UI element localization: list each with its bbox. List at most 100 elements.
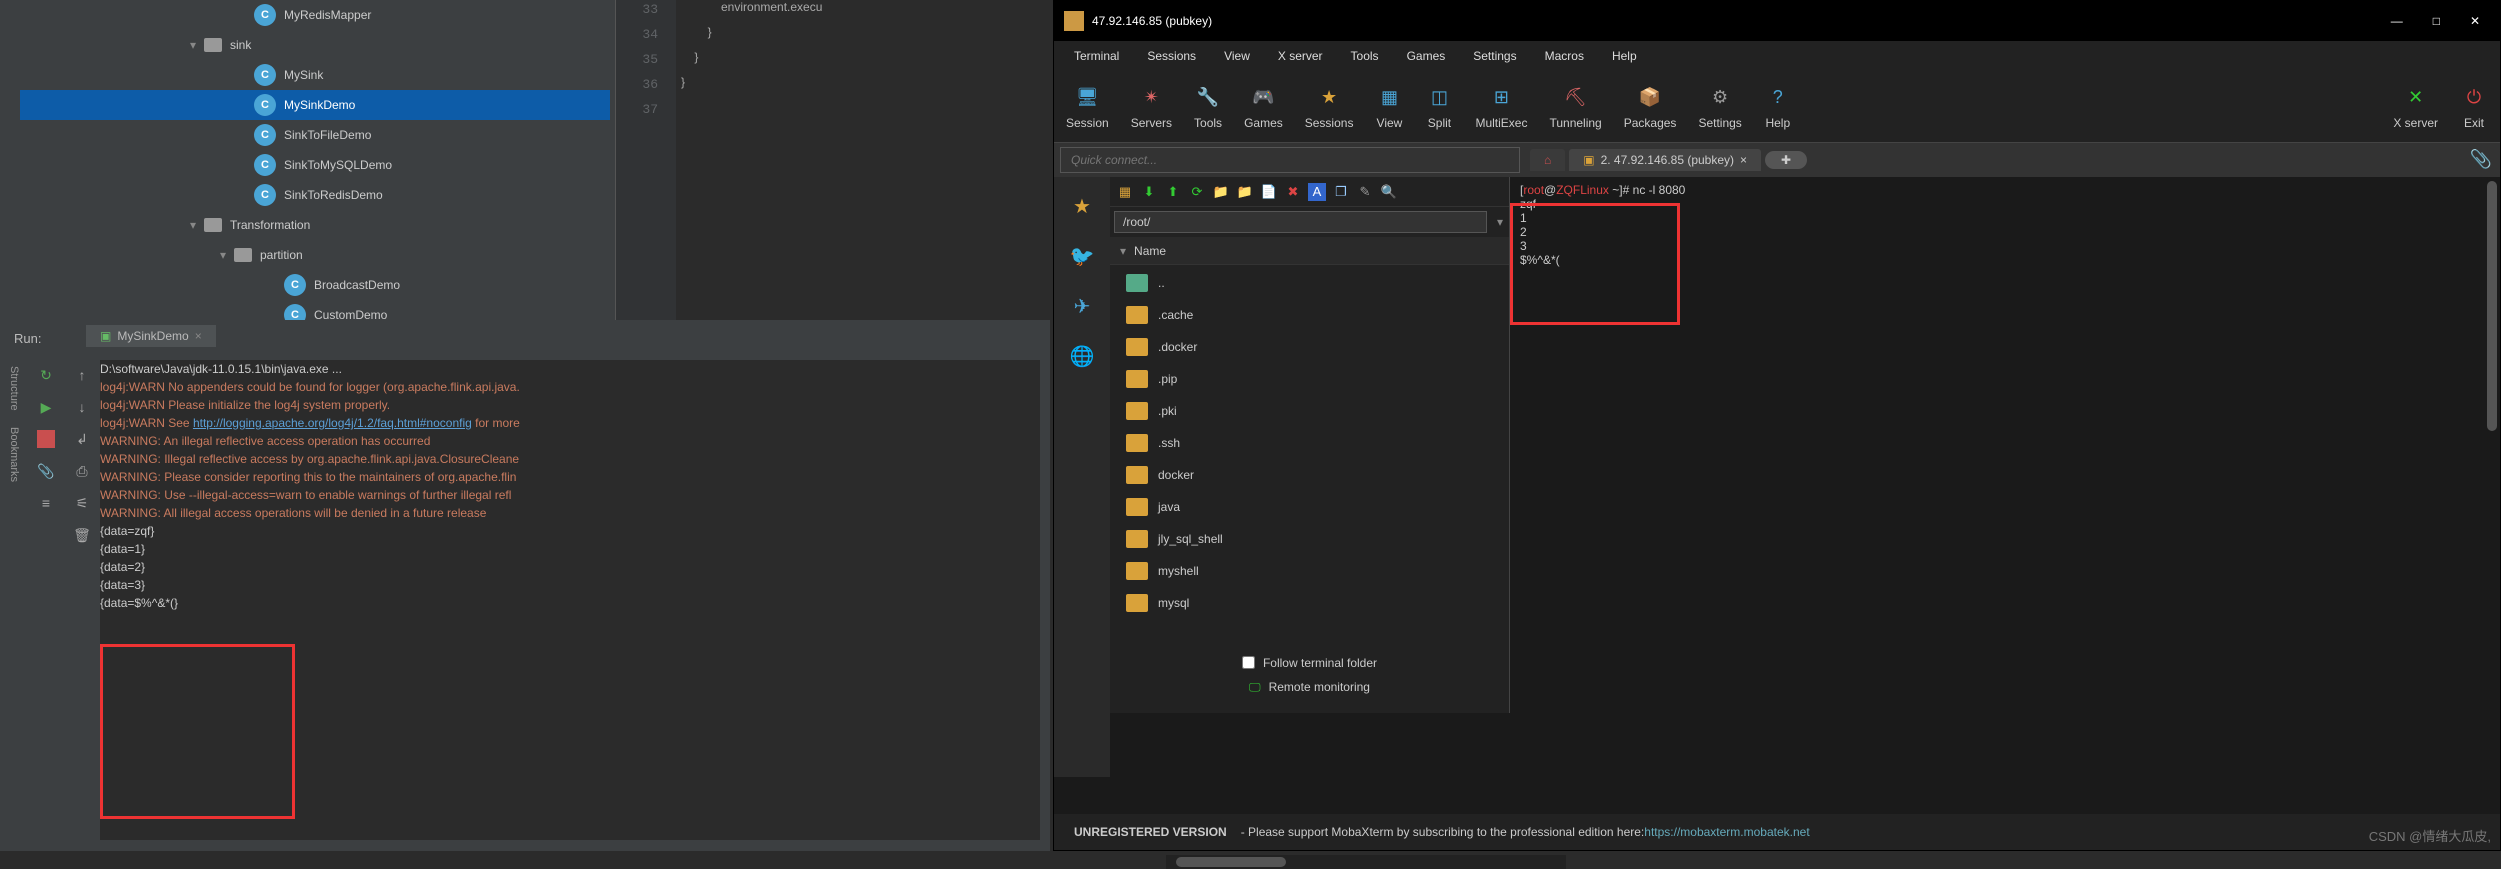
toolbar-session[interactable]: 🖥Session [1066, 84, 1109, 130]
sftp-icon[interactable]: 🐦 [1067, 241, 1097, 271]
menu-xserver[interactable]: X server [1278, 49, 1323, 63]
run-icon[interactable]: ▶ [37, 398, 55, 416]
status-link[interactable]: https://mobaxterm.mobatek.net [1644, 825, 1809, 839]
tab-close-icon[interactable]: × [1740, 153, 1747, 167]
run-tab-close-icon[interactable]: × [195, 329, 202, 343]
run-tab[interactable]: ▣ MySinkDemo × [86, 325, 216, 347]
close-icon[interactable]: ✕ [2470, 14, 2480, 28]
tree-item-customdemo[interactable]: CCustomDemo [20, 300, 610, 320]
print-icon[interactable]: ⎙ [73, 462, 91, 480]
name-column-header[interactable]: Name [1134, 244, 1166, 258]
terminal-scrollbar[interactable] [2487, 181, 2497, 431]
folder-view-icon[interactable]: ▦ [1116, 183, 1134, 201]
down-icon[interactable]: ↓ [73, 398, 91, 416]
stop-icon[interactable] [37, 430, 55, 448]
sftp-toolbar[interactable]: ▦ ⬇ ⬆ ⟳ 📁 📁 📄 ✖ A ❐ ✎ 🔍 [1110, 177, 1509, 207]
file-row[interactable]: mysql [1110, 587, 1509, 619]
newfile-icon[interactable]: 📄 [1260, 183, 1278, 201]
menu-macros[interactable]: Macros [1545, 49, 1584, 63]
tools-icon[interactable]: 🌐 [1067, 341, 1097, 371]
up-icon[interactable]: ↑ [73, 366, 91, 384]
tree-item-sinktoredisdemo[interactable]: CSinkToRedisDemo [20, 180, 610, 210]
toolbar-games[interactable]: 🎮Games [1244, 84, 1283, 130]
sort-arrow-icon[interactable]: ▾ [1120, 244, 1126, 258]
file-list[interactable]: ...cache.docker.pip.pki.sshdockerjavajly… [1110, 265, 1509, 621]
toolbar-packages[interactable]: 📦Packages [1624, 84, 1677, 130]
tab-home[interactable]: ⌂ [1530, 149, 1565, 171]
tree-item-mysinkdemo[interactable]: CMySinkDemo [20, 90, 610, 120]
wrap-icon[interactable]: ↲ [73, 430, 91, 448]
menu-terminal[interactable]: Terminal [1074, 49, 1119, 63]
tree-item-sink[interactable]: ▾sink [20, 30, 610, 60]
menu-view[interactable]: View [1224, 49, 1250, 63]
terminal[interactable]: [root@ZQFLinux ~]# nc -l 8080 zqf123$%^&… [1510, 177, 2496, 797]
follow-checkbox-input[interactable] [1242, 656, 1255, 669]
refresh-icon[interactable]: ⟳ [1188, 183, 1206, 201]
tree-item-broadcastdemo[interactable]: CBroadcastDemo [20, 270, 610, 300]
session-tab-strip[interactable]: ⌂ ▣ 2. 47.92.146.85 (pubkey) × ✚ [1530, 149, 1807, 171]
sftp-panel[interactable]: ▦ ⬇ ⬆ ⟳ 📁 📁 📄 ✖ A ❐ ✎ 🔍 ▾ ▾ Name ...cach… [1110, 177, 1510, 713]
maximize-icon[interactable]: □ [2433, 14, 2440, 28]
file-row[interactable]: .pip [1110, 363, 1509, 395]
toolbar-split[interactable]: ◫Split [1425, 84, 1453, 130]
follow-terminal-checkbox[interactable]: Follow terminal folder [1242, 656, 1377, 670]
tree-item-sinktomysqldemo[interactable]: CSinkToMySQLDemo [20, 150, 610, 180]
file-row[interactable]: .pki [1110, 395, 1509, 427]
macros-icon[interactable]: ✈ [1067, 291, 1097, 321]
path-input[interactable] [1114, 211, 1487, 233]
main-toolbar[interactable]: 🖥Session ✴Servers 🔧Tools 🎮Games ★Sessions ▦Vi… [1054, 71, 2500, 143]
upload-icon[interactable]: ⬆ [1164, 183, 1182, 201]
toolbar-exit[interactable]: ⏻Exit [2460, 84, 2488, 130]
tab-session-active[interactable]: ▣ 2. 47.92.146.85 (pubkey) × [1569, 149, 1761, 171]
tree-item-transformation[interactable]: ▾Transformation [20, 210, 610, 240]
file-row[interactable]: .. [1110, 267, 1509, 299]
file-row[interactable]: docker [1110, 459, 1509, 491]
rerun-icon[interactable]: ↻ [37, 366, 55, 384]
toolbar-view[interactable]: ▦View [1375, 84, 1403, 130]
toolbar-tunneling[interactable]: ⛏Tunneling [1549, 84, 1601, 130]
layout-icon[interactable]: ≡ [37, 494, 55, 512]
permissions-icon[interactable]: A [1308, 183, 1326, 201]
tree-item-myredismapper[interactable]: CMyRedisMapper [20, 0, 610, 30]
toolbar-help[interactable]: ?Help [1764, 84, 1792, 130]
toolbar-settings[interactable]: ⚙Settings [1698, 84, 1741, 130]
delete-icon[interactable]: 🗑 [73, 526, 91, 544]
left-sidebar[interactable]: ★ 🐦 ✈ 🌐 [1054, 177, 1110, 777]
toolbar-servers[interactable]: ✴Servers [1131, 84, 1172, 130]
tab-new-button[interactable]: ✚ [1765, 151, 1807, 169]
run-console[interactable]: D:\software\Java\jdk-11.0.15.1\bin\java.… [100, 360, 1040, 840]
duplicate-icon[interactable]: ❐ [1332, 183, 1350, 201]
remote-monitoring-button[interactable]: 🖵 Remote monitoring [1249, 680, 1370, 695]
file-row[interactable]: myshell [1110, 555, 1509, 587]
ide-left-tabs[interactable]: Structure Bookmarks [0, 360, 28, 840]
file-hscrollbar[interactable] [1166, 855, 1566, 869]
paperclip-icon[interactable]: 📎 [2470, 149, 2492, 170]
toolbar-tools[interactable]: 🔧Tools [1194, 84, 1222, 130]
file-row[interactable]: .cache [1110, 299, 1509, 331]
menu-settings[interactable]: Settings [1473, 49, 1516, 63]
file-list-header[interactable]: ▾ Name [1110, 237, 1509, 265]
edit-icon[interactable]: ✎ [1356, 183, 1374, 201]
menubar[interactable]: TerminalSessionsViewX serverToolsGamesSe… [1054, 41, 2500, 71]
attach-icon[interactable]: 📎 [37, 462, 55, 480]
file-row[interactable]: .docker [1110, 331, 1509, 363]
favorites-icon[interactable]: ★ [1067, 191, 1097, 221]
menu-tools[interactable]: Tools [1351, 49, 1379, 63]
find-icon[interactable]: 🔍 [1380, 183, 1398, 201]
editor-code[interactable]: environment.execu } }} [681, 0, 822, 125]
tree-item-sinktofiledemo[interactable]: CSinkToFileDemo [20, 120, 610, 150]
structure-tab[interactable]: Structure [8, 366, 20, 411]
path-dropdown-icon[interactable]: ▾ [1491, 215, 1509, 229]
menu-games[interactable]: Games [1407, 49, 1446, 63]
titlebar[interactable]: 47.92.146.85 (pubkey) — □ ✕ [1054, 1, 2500, 41]
file-row[interactable]: .ssh [1110, 427, 1509, 459]
filter-icon[interactable]: ⚟ [73, 494, 91, 512]
quick-connect-input[interactable] [1060, 147, 1520, 173]
project-tree[interactable]: CMyRedisMapper▾sinkCMySinkCMySinkDemoCSi… [20, 0, 610, 320]
path-bar[interactable]: ▾ [1110, 207, 1509, 237]
toolbar-sessions[interactable]: ★Sessions [1305, 84, 1354, 130]
tree-item-mysink[interactable]: CMySink [20, 60, 610, 90]
file-row[interactable]: jly_sql_shell [1110, 523, 1509, 555]
download-icon[interactable]: ⬇ [1140, 183, 1158, 201]
newfolder2-icon[interactable]: 📁 [1236, 183, 1254, 201]
